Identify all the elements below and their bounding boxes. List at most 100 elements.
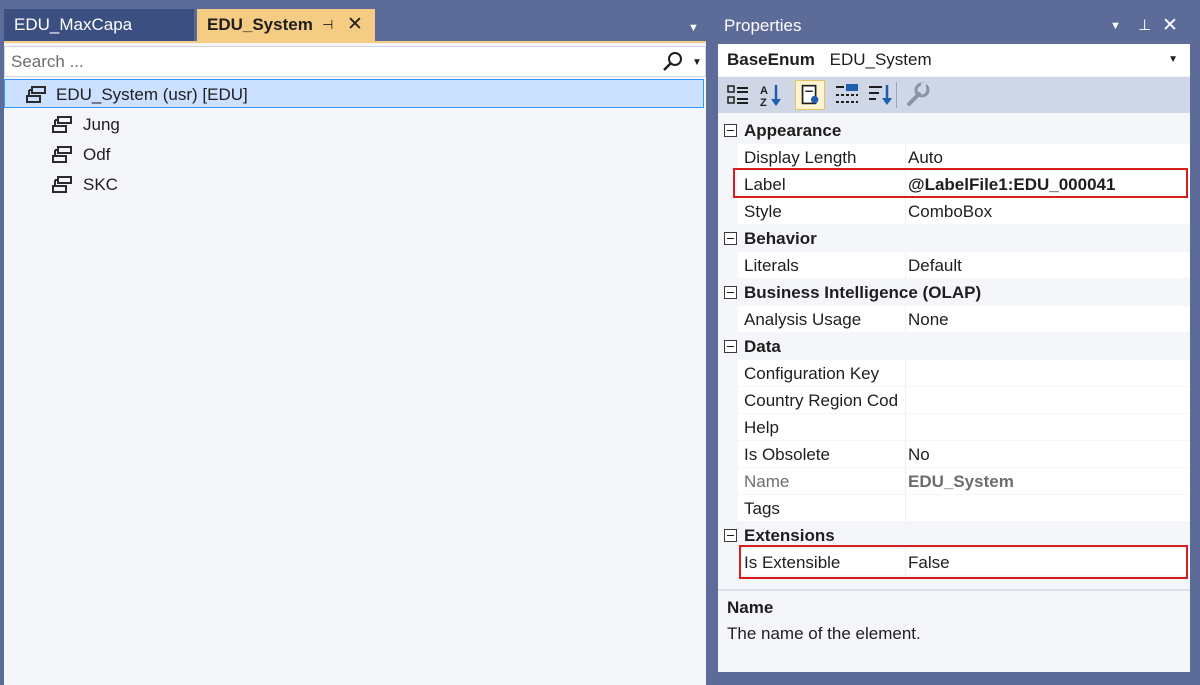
properties-panel: BaseEnum EDU_System ▼ A Z Appearance Dis…: [718, 44, 1190, 672]
column-divider: [905, 549, 906, 576]
property-value[interactable]: Auto: [908, 144, 943, 171]
category-label: Data: [744, 337, 781, 356]
category-behavior[interactable]: Behavior: [718, 225, 1190, 252]
category-business-intelligence[interactable]: Business Intelligence (OLAP): [718, 279, 1190, 306]
property-row-is-obsolete[interactable]: Is Obsolete No: [738, 441, 1190, 468]
search-input[interactable]: [11, 50, 651, 74]
tree-node-label: Jung: [83, 115, 120, 134]
property-name: Name: [744, 472, 790, 491]
properties-icon[interactable]: [795, 80, 825, 110]
property-row-configuration-key[interactable]: Configuration Key: [738, 360, 1190, 387]
close-icon[interactable]: ✕: [347, 9, 363, 41]
property-value: EDU_System: [908, 472, 1014, 491]
alphabetical-icon[interactable]: A Z: [756, 80, 786, 110]
property-row-display-length[interactable]: Display Length Auto: [738, 144, 1190, 171]
category-data[interactable]: Data: [718, 333, 1190, 360]
svg-text:Z: Z: [760, 97, 767, 109]
object-type: BaseEnum: [727, 50, 815, 69]
property-name: Help: [744, 418, 779, 437]
properties-toolbar: A Z: [718, 77, 1190, 113]
property-name: Is Obsolete: [744, 445, 830, 464]
category-label: Extensions: [744, 526, 835, 545]
property-row-country-region-code[interactable]: Country Region Cod: [738, 387, 1190, 414]
category-extensions[interactable]: Extensions: [718, 522, 1190, 549]
close-icon[interactable]: ✕: [1162, 8, 1178, 44]
column-divider: [905, 414, 906, 441]
column-divider: [905, 360, 906, 387]
description-title: Name: [727, 598, 774, 617]
tree-node-odf[interactable]: Odf: [4, 140, 704, 169]
description-text: The name of the element.: [727, 624, 921, 643]
collapse-icon[interactable]: [724, 124, 737, 137]
column-divider: [905, 387, 906, 414]
tree-node-label: Odf: [83, 145, 111, 164]
property-row-style[interactable]: Style ComboBox: [738, 198, 1190, 225]
chevron-down-icon[interactable]: ▼: [1168, 44, 1178, 76]
property-value[interactable]: None: [908, 306, 949, 333]
sort-icon[interactable]: [865, 80, 895, 110]
properties-title: Properties: [724, 16, 802, 35]
tree-node-root[interactable]: EDU_System (usr) [EDU]: [4, 79, 704, 108]
chevron-down-icon[interactable]: ▼: [692, 57, 702, 68]
property-name: Is Extensible: [744, 553, 841, 572]
property-name: Display Length: [744, 148, 857, 167]
property-row-help[interactable]: Help: [738, 414, 1190, 441]
object-selector[interactable]: BaseEnum EDU_System ▼: [718, 44, 1190, 76]
property-row-name[interactable]: Name EDU_System: [738, 468, 1190, 495]
column-divider: [905, 144, 906, 171]
category-label: Behavior: [744, 229, 817, 248]
tree-node-label: SKC: [83, 175, 118, 194]
events-icon[interactable]: [832, 80, 862, 110]
enum-value-icon: [52, 116, 72, 133]
divider: [718, 589, 1190, 591]
collapse-icon[interactable]: [724, 286, 737, 299]
property-value[interactable]: @LabelFile1:EDU_000041: [908, 171, 1115, 198]
enum-value-icon: [52, 176, 72, 193]
property-value[interactable]: Default: [908, 252, 962, 279]
property-row-analysis-usage[interactable]: Analysis Usage None: [738, 306, 1190, 333]
column-divider: [905, 198, 906, 225]
tab-label: EDU_MaxCapa: [14, 15, 133, 34]
pin-icon[interactable]: ⊥: [1138, 8, 1151, 44]
property-name: Tags: [744, 499, 780, 518]
object-name: EDU_System: [829, 50, 932, 69]
property-name: Label: [744, 175, 786, 194]
tab-label: EDU_System: [207, 15, 313, 34]
tree-node-skc[interactable]: SKC: [4, 170, 704, 199]
tree-node-label: EDU_System (usr) [EDU]: [56, 85, 248, 104]
chevron-down-icon[interactable]: ▼: [1110, 8, 1121, 44]
property-row-is-extensible[interactable]: Is Extensible False: [738, 549, 1190, 576]
property-row-tags[interactable]: Tags: [738, 495, 1190, 522]
property-name: Style: [744, 202, 782, 221]
property-row-literals[interactable]: Literals Default: [738, 252, 1190, 279]
property-name: Literals: [744, 256, 799, 275]
search-icon[interactable]: [662, 51, 684, 73]
category-label: Appearance: [744, 121, 842, 140]
category-appearance[interactable]: Appearance: [718, 117, 1190, 144]
property-name: Analysis Usage: [744, 310, 862, 329]
collapse-icon[interactable]: [724, 529, 737, 542]
search-box: ▼: [4, 46, 706, 77]
tab-edu-maxcapa[interactable]: EDU_MaxCapa: [4, 9, 194, 41]
property-value[interactable]: ComboBox: [908, 198, 992, 225]
column-divider: [905, 495, 906, 522]
column-divider: [905, 306, 906, 333]
enum-value-icon: [52, 146, 72, 163]
categorized-icon[interactable]: [723, 80, 753, 110]
designer-pane: ▼ EDU_System (usr) [EDU] Jung: [4, 43, 706, 685]
tab-edu-system[interactable]: EDU_System ⊣ ✕: [197, 9, 375, 41]
property-value[interactable]: False: [908, 549, 950, 576]
collapse-icon[interactable]: [724, 232, 737, 245]
enum-icon: [26, 86, 46, 103]
property-row-label[interactable]: Label @LabelFile1:EDU_000041: [738, 171, 1190, 198]
properties-header: Properties ▼ ⊥ ✕: [718, 8, 1200, 44]
pin-icon[interactable]: ⊣: [322, 9, 333, 41]
property-value[interactable]: No: [908, 441, 930, 468]
column-divider: [905, 252, 906, 279]
settings-icon[interactable]: [903, 80, 933, 110]
tree-node-jung[interactable]: Jung: [4, 110, 704, 139]
chevron-down-icon[interactable]: ▼: [688, 22, 699, 34]
collapse-icon[interactable]: [724, 340, 737, 353]
property-name: Configuration Key: [744, 364, 880, 383]
category-label: Business Intelligence (OLAP): [744, 283, 982, 302]
